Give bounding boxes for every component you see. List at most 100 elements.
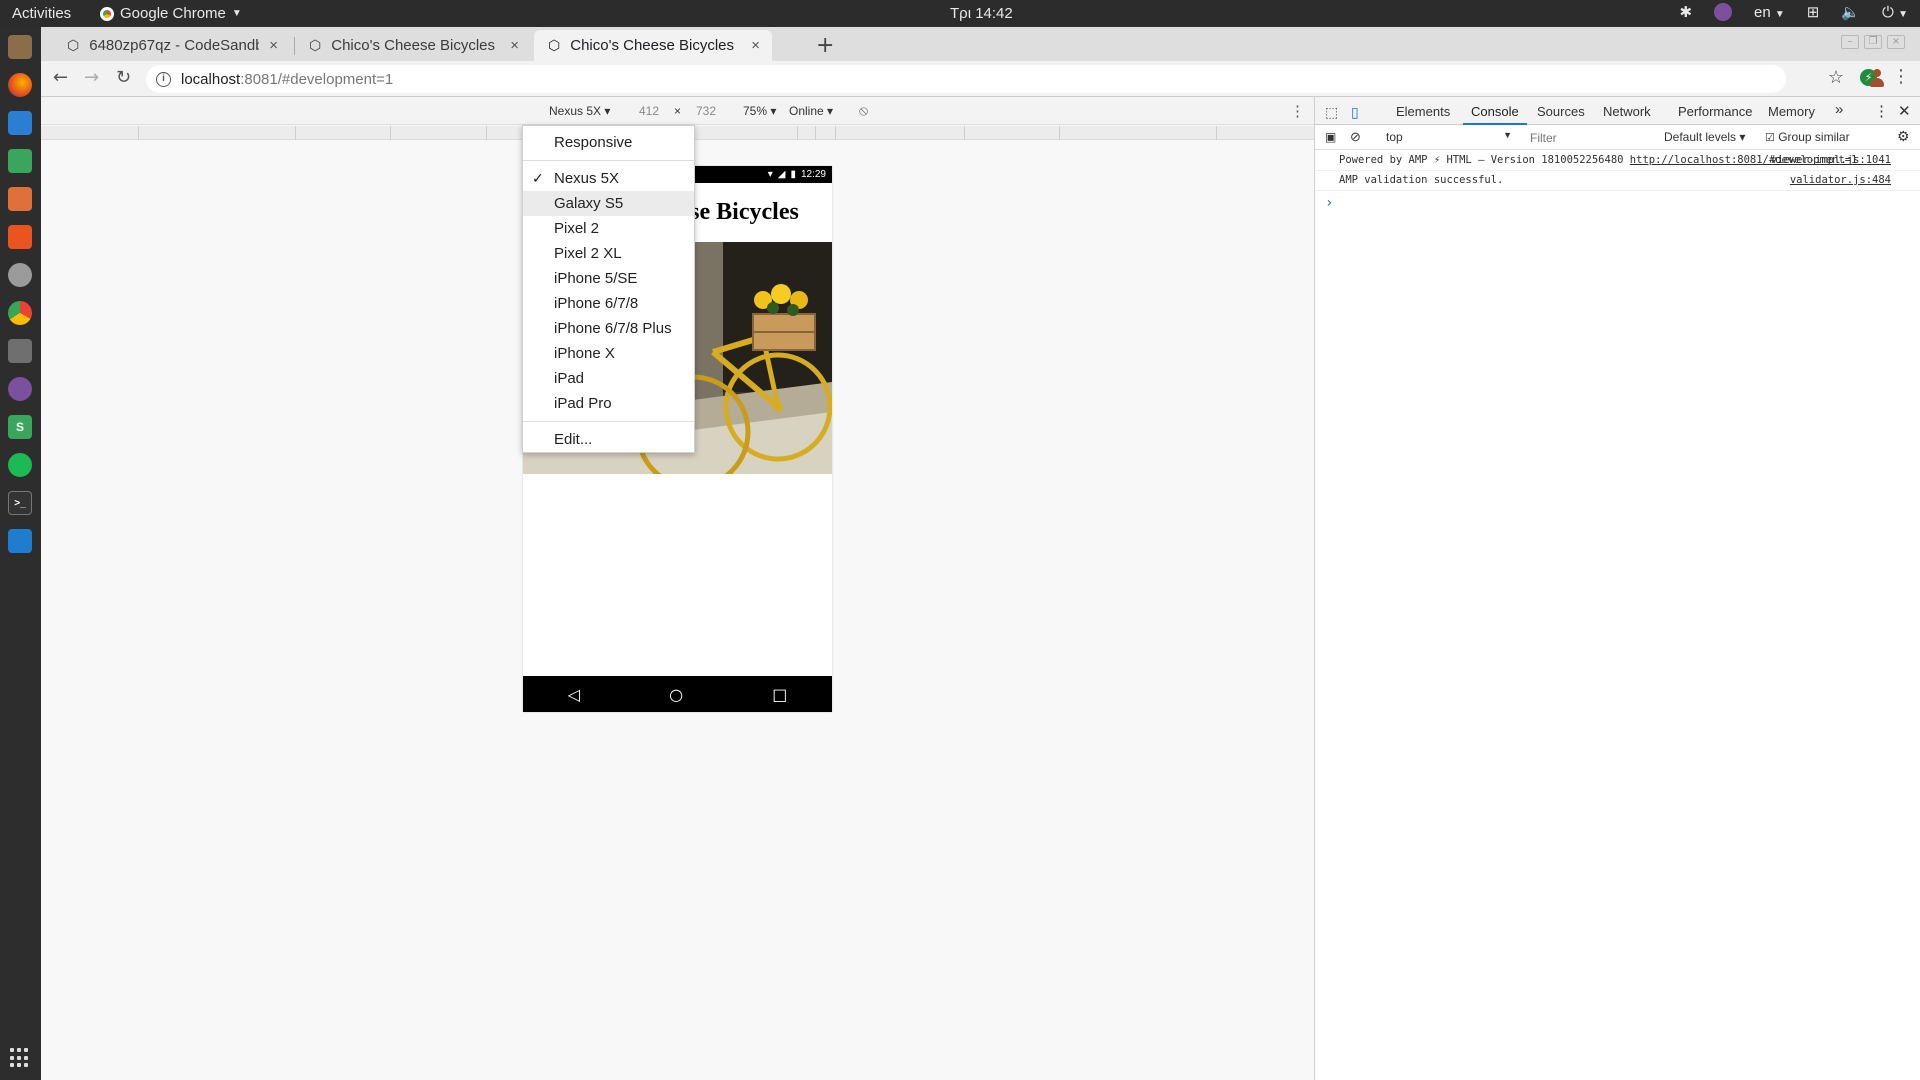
menu-item-label: Edit...: [554, 431, 593, 448]
console-filter-input[interactable]: [1526, 128, 1646, 147]
phone-clock: 12:29: [800, 169, 826, 180]
menu-item-pixel-2[interactable]: Pixel 2: [523, 216, 694, 241]
clock[interactable]: Τρι 14:42: [950, 5, 1013, 22]
menu-item-ipad[interactable]: iPad: [523, 366, 694, 391]
tab-chicos-1[interactable]: ⬡ Chico's Cheese Bicycles ×: [295, 30, 531, 61]
impress-app-icon[interactable]: [8, 187, 32, 211]
tab-memory[interactable]: Memory: [1768, 104, 1815, 119]
close-tab-icon[interactable]: ×: [510, 37, 519, 54]
menu-item-iphone-5-se[interactable]: iPhone 5/SE: [523, 266, 694, 291]
bookmark-star-icon[interactable]: ☆: [1828, 67, 1844, 88]
firefox-app-icon[interactable]: [8, 73, 32, 97]
checkmark-icon: ✓: [532, 170, 544, 186]
show-applications-icon[interactable]: [10, 1048, 30, 1068]
writer-app-icon[interactable]: [8, 111, 32, 135]
menu-item-edit[interactable]: Edit...: [523, 427, 694, 452]
devtools-menu-icon[interactable]: ⋮: [1874, 102, 1889, 120]
device-toolbar-toggle-icon[interactable]: ▯: [1351, 104, 1359, 121]
tab-chicos-active[interactable]: ⬡ Chico's Cheese Bicycles ×: [534, 30, 772, 61]
width-input[interactable]: 412: [639, 104, 659, 118]
tab-console[interactable]: Console: [1463, 104, 1527, 125]
device-select[interactable]: Nexus 5X ▾: [549, 104, 610, 118]
chevron-down-icon: ▼: [1774, 8, 1785, 20]
new-tab-button[interactable]: +: [816, 33, 834, 58]
context-select[interactable]: top ▼: [1386, 130, 1516, 144]
terminal-app-icon[interactable]: >_: [8, 491, 32, 515]
height-input[interactable]: 732: [696, 104, 716, 118]
browser-toolbar: ← → ↻ i localhost:8081/#development=1 ☆ …: [41, 61, 1920, 97]
tab-sources[interactable]: Sources: [1537, 104, 1585, 119]
screenshot-app-icon[interactable]: [8, 339, 32, 363]
close-tab-icon[interactable]: ×: [751, 37, 760, 54]
power-icon[interactable]: ⏻ ▼: [1882, 4, 1908, 21]
menu-item-responsive[interactable]: Responsive: [523, 130, 694, 155]
calc-app-icon[interactable]: [8, 149, 32, 173]
close-window-button[interactable]: ×: [1887, 35, 1905, 49]
spotify-app-icon[interactable]: [8, 453, 32, 477]
sidebar-toggle-icon[interactable]: ▣: [1325, 130, 1336, 144]
files-app-icon[interactable]: [8, 35, 32, 59]
minimize-button[interactable]: –: [1841, 35, 1859, 49]
maximize-button[interactable]: ❐: [1864, 35, 1882, 49]
tab-elements[interactable]: Elements: [1396, 104, 1450, 119]
back-button[interactable]: ←: [53, 69, 68, 87]
language-selector[interactable]: en ▼: [1754, 4, 1785, 21]
extension-icon[interactable]: ✱: [1679, 3, 1692, 21]
nav-back-icon[interactable]: ◁: [568, 685, 580, 704]
log-source-link[interactable]: validator.js:484: [1790, 174, 1891, 187]
menu-item-label: iPad: [554, 370, 585, 387]
menu-item-iphone-6-7-8[interactable]: iPhone 6/7/8: [523, 291, 694, 316]
group-similar-checkbox[interactable]: ☑ Group similar: [1765, 130, 1850, 144]
codesandbox-favicon: ⬡: [309, 37, 322, 53]
tab-codesandbox[interactable]: ⬡ 6480zp67qz - CodeSandbox ×: [53, 30, 290, 61]
nav-home-icon[interactable]: ○: [669, 685, 683, 704]
viber-tray-icon[interactable]: [1714, 3, 1733, 21]
volume-icon[interactable]: 🔈: [1841, 3, 1860, 21]
system-top-bar: Activities Google Chrome ▼ Τρι 14:42 ✱ e…: [0, 0, 1920, 27]
log-source-link[interactable]: viewer-impl.js:1041: [1771, 154, 1891, 167]
console-toolbar: ▣ ⊘ top ▼ Default levels ▾ ☑ Group simil…: [1315, 125, 1920, 150]
menu-item-iphone-6-7-8-plus[interactable]: iPhone 6/7/8 Plus: [523, 316, 694, 341]
device-toolbar-menu-icon[interactable]: ⋮: [1290, 102, 1305, 120]
menu-item-label: iPhone 6/7/8: [554, 295, 639, 312]
console-prompt[interactable]: ›: [1315, 191, 1920, 215]
menu-item-galaxy-s5[interactable]: Galaxy S5: [523, 191, 694, 216]
tab-network[interactable]: Network: [1603, 104, 1651, 119]
chrome-app-icon[interactable]: [0, 296, 41, 330]
menu-item-iphone-x[interactable]: iPhone X: [523, 341, 694, 366]
menu-item-pixel-2-xl[interactable]: Pixel 2 XL: [523, 241, 694, 266]
forward-button[interactable]: →: [84, 69, 99, 87]
vscode-app-icon[interactable]: [8, 529, 32, 553]
more-tabs-icon[interactable]: »: [1835, 101, 1843, 118]
app-menu[interactable]: Google Chrome ▼: [100, 5, 242, 22]
close-tab-icon[interactable]: ×: [269, 37, 278, 54]
url-path: :8081/#development=1: [240, 70, 394, 88]
activities-button[interactable]: Activities: [12, 5, 71, 22]
chevron-down-icon: ▼: [1503, 130, 1512, 140]
chrome-menu-icon[interactable]: ⋮: [1892, 68, 1910, 86]
settings-app-icon[interactable]: [8, 263, 32, 287]
log-levels-select[interactable]: Default levels ▾: [1664, 130, 1745, 144]
reload-button[interactable]: ↻: [116, 69, 131, 87]
menu-item-ipad-pro[interactable]: iPad Pro: [523, 391, 694, 416]
codesandbox-favicon: ⬡: [67, 37, 80, 53]
network-icon[interactable]: ⊞: [1807, 3, 1820, 21]
menu-item-nexus-5x[interactable]: ✓ Nexus 5X: [523, 166, 694, 191]
profile-avatar[interactable]: [1868, 68, 1886, 88]
tab-title: Chico's Cheese Bicycles: [331, 37, 495, 54]
inspect-element-icon[interactable]: ⬚: [1325, 104, 1338, 121]
rotate-icon[interactable]: ⦸: [859, 102, 868, 119]
close-devtools-icon[interactable]: ✕: [1898, 102, 1911, 120]
console-settings-icon[interactable]: ⚙: [1897, 128, 1910, 145]
menu-item-label: Galaxy S5: [554, 195, 624, 212]
nav-recent-icon[interactable]: □: [772, 685, 787, 704]
software-app-icon[interactable]: [8, 225, 32, 249]
zoom-select[interactable]: 75% ▾: [743, 104, 776, 118]
network-throttle-select[interactable]: Online ▾: [789, 104, 833, 118]
tab-performance[interactable]: Performance: [1678, 104, 1752, 119]
viber-app-icon[interactable]: [8, 377, 32, 401]
slack-app-icon[interactable]: S: [8, 415, 32, 439]
address-bar[interactable]: i localhost:8081/#development=1: [146, 65, 1786, 93]
clear-console-icon[interactable]: ⊘: [1350, 129, 1361, 145]
info-icon[interactable]: i: [156, 71, 171, 87]
